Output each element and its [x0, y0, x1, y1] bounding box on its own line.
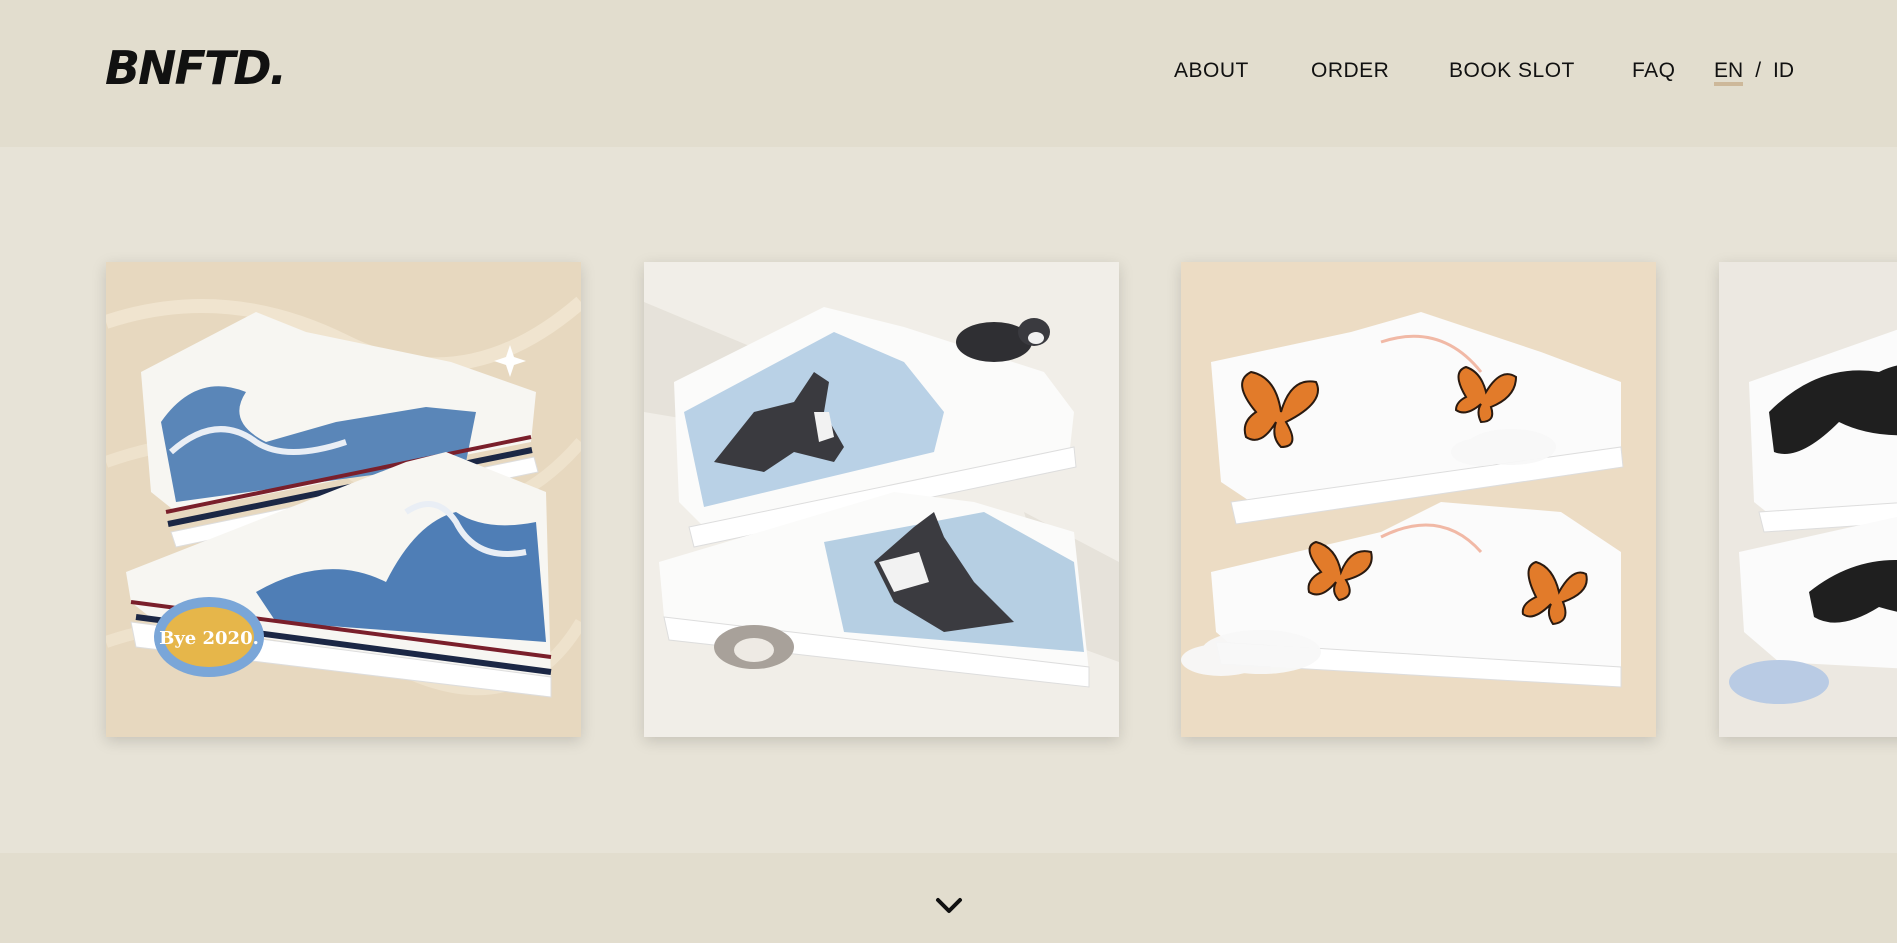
gallery-card-husky-sneakers[interactable] [644, 262, 1119, 737]
gallery-card-butterfly-sneakers[interactable] [1181, 262, 1656, 737]
site-header: BNFTD. ABOUT ORDER BOOK SLOT FAQ EN / ID [0, 0, 1897, 147]
nav-faq[interactable]: FAQ [1632, 56, 1676, 86]
wave-sneakers-image: Bye 2020. [106, 262, 581, 737]
gallery-card-dragon-sneakers[interactable] [1719, 262, 1897, 737]
bye-2020-sticker-text: Bye 2020. [159, 628, 259, 649]
brand-logo[interactable]: BNFTD. [105, 40, 287, 96]
lang-id-link[interactable]: ID [1773, 59, 1794, 82]
husky-sneakers-image [644, 262, 1119, 737]
lang-separator: / [1755, 59, 1762, 82]
nav-order[interactable]: ORDER [1311, 56, 1389, 86]
chevron-down-icon [936, 898, 962, 913]
language-switcher: EN / ID [1714, 56, 1794, 86]
nav-book-slot[interactable]: BOOK SLOT [1449, 56, 1575, 86]
scroll-down-button[interactable] [934, 895, 964, 917]
lang-en-link[interactable]: EN [1714, 59, 1744, 86]
product-gallery: Bye 2020. [0, 147, 1897, 853]
dragon-sneakers-image [1719, 262, 1897, 737]
nav-about[interactable]: ABOUT [1174, 56, 1249, 86]
gallery-card-wave-sneakers[interactable]: Bye 2020. [106, 262, 581, 737]
butterfly-sneakers-image [1181, 262, 1656, 737]
